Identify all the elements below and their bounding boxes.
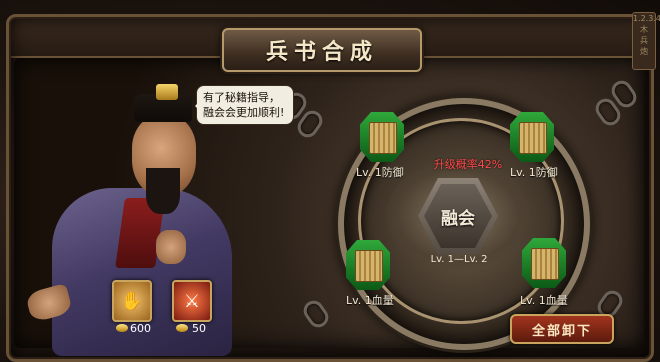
book-slot-label: Lv. 1防御 bbox=[510, 166, 558, 179]
panel-frame: 1.2.3.4.5.6 木 兵 炮 兵书合成 有了秘籍指导，融会会更加顺利! ✋… bbox=[0, 0, 660, 362]
book-slot-top-right[interactable] bbox=[510, 112, 554, 162]
skill-cost: 600 bbox=[130, 322, 151, 335]
side-scroll-decoration: 1.2.3.4.5.6 木 兵 炮 bbox=[632, 12, 660, 70]
gold-ingot-icon bbox=[176, 324, 188, 332]
war-scroll-icon bbox=[355, 250, 383, 282]
success-rate: 升级概率42% bbox=[433, 158, 503, 171]
fuse-button[interactable]: 融会 bbox=[424, 184, 492, 248]
side-deco-text-3: 炮 bbox=[640, 47, 648, 56]
fusion-level-range: Lv. 1—Lv. 2 bbox=[430, 254, 488, 265]
book-slot-top-left[interactable] bbox=[360, 112, 404, 162]
book-slot-label: Lv. 1血量 bbox=[346, 294, 394, 307]
panel-title: 兵书合成 bbox=[265, 40, 378, 65]
skill-cost: 50 bbox=[192, 322, 206, 335]
gold-ingot-icon bbox=[116, 324, 128, 332]
hand-skill-slot[interactable]: ✋ bbox=[112, 280, 152, 322]
title-plate: 兵书合成 bbox=[222, 28, 422, 72]
advisor-beard bbox=[146, 168, 180, 214]
book-slot-label: Lv. 1防御 bbox=[356, 166, 404, 179]
side-deco-text-1: 木 bbox=[640, 25, 648, 34]
warrior-skill-slot[interactable]: ⚔ bbox=[172, 280, 212, 322]
hat-ornament bbox=[156, 84, 178, 100]
war-scroll-icon bbox=[519, 122, 547, 154]
book-slot-bottom-left[interactable] bbox=[346, 240, 390, 290]
side-deco-text-2: 兵 bbox=[640, 36, 648, 45]
hand-skill-icon: ✋ bbox=[120, 290, 144, 312]
side-deco-text-0: 1.2.3.4.5.6 bbox=[633, 14, 660, 23]
war-scroll-icon bbox=[369, 122, 397, 154]
warrior-skill-icon: ⚔ bbox=[183, 290, 201, 312]
advisor-speech-bubble: 有了秘籍指导，融会会更加顺利! bbox=[195, 85, 294, 125]
advisor-hand bbox=[156, 230, 186, 264]
book-slot-bottom-right[interactable] bbox=[522, 238, 566, 288]
unequip-all-button[interactable]: 全部卸下 bbox=[510, 314, 614, 344]
war-scroll-icon bbox=[531, 248, 559, 280]
book-slot-label: Lv. 1血量 bbox=[520, 294, 568, 307]
